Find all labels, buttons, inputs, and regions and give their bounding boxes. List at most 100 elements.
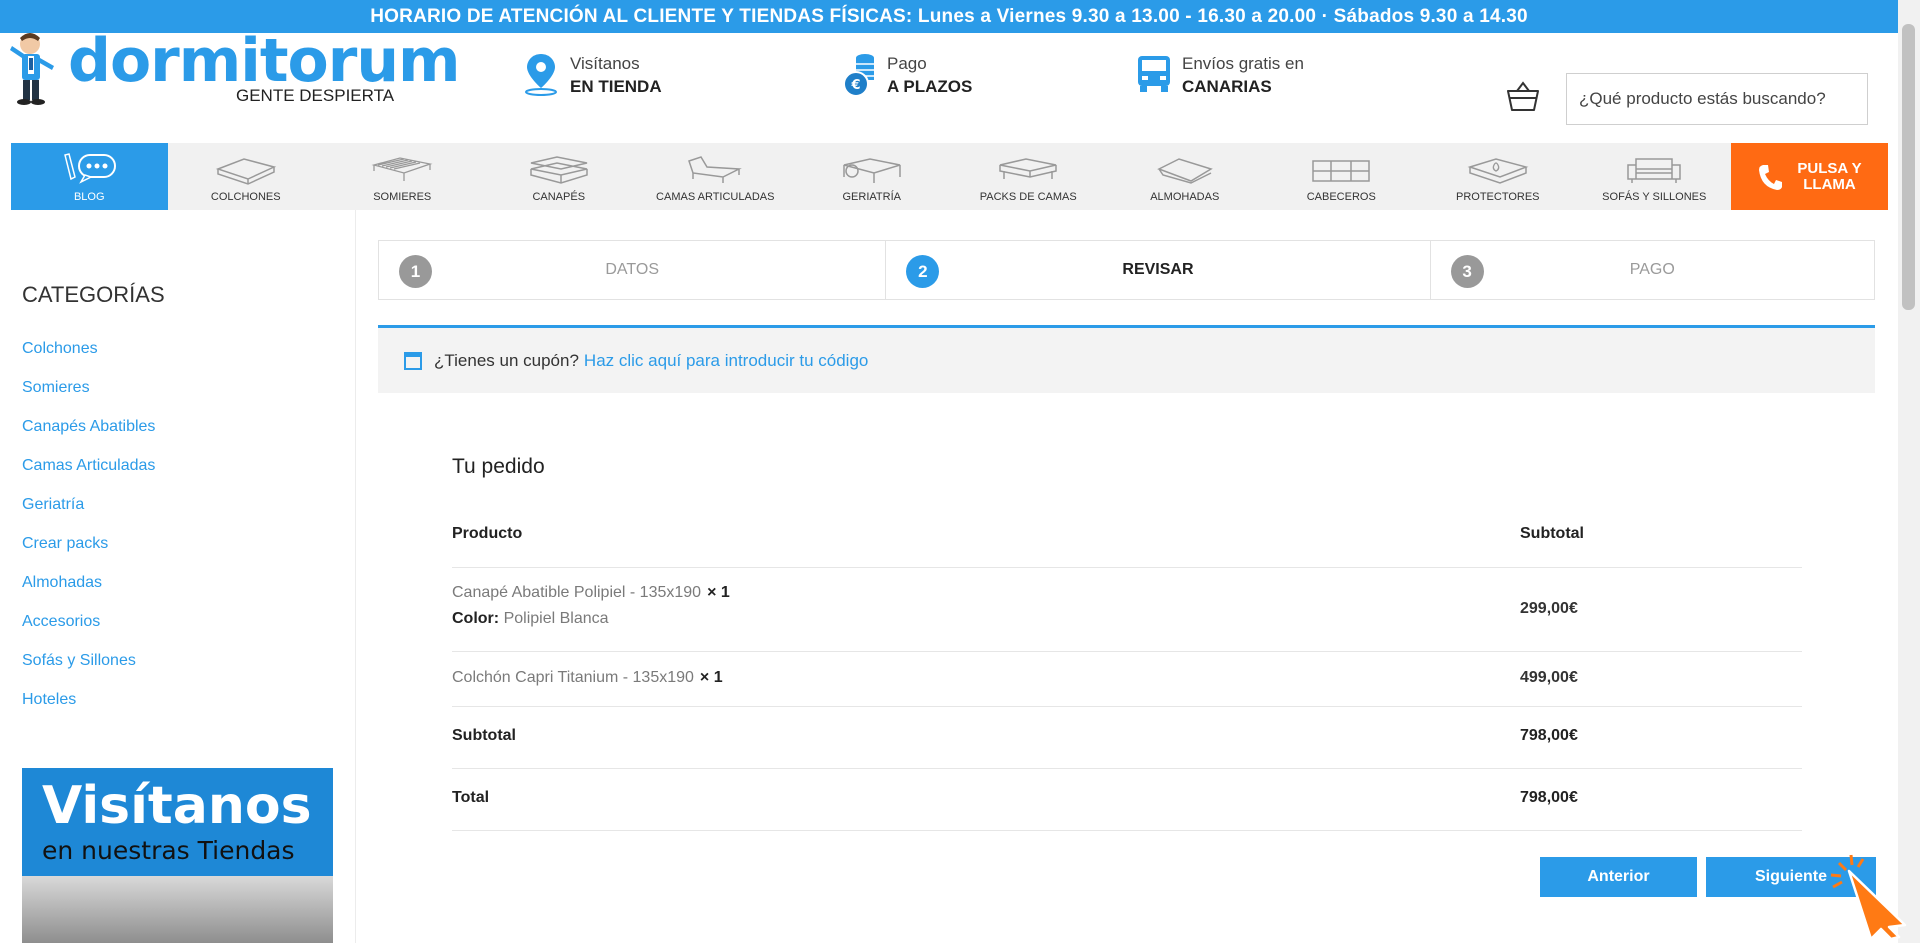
- feature-visit-store[interactable]: Visítanos EN TIENDA: [522, 52, 662, 98]
- chat-bubble-icon: [64, 153, 117, 184]
- visit-stores-banner[interactable]: Visítanos en nuestras Tiendas: [22, 768, 333, 943]
- nav-label: SOFÁS Y SILLONES: [1602, 191, 1707, 203]
- bed-base-icon: [371, 157, 433, 181]
- map-pin-icon: [525, 54, 557, 96]
- nav-label: CABECEROS: [1306, 191, 1376, 203]
- feature-line2: CANARIAS: [1182, 77, 1272, 96]
- category-nav: BLOG COLCHONES SOMIERES CANAPÉS CAMAS AR…: [11, 143, 1888, 210]
- nav-label: ALMOHADAS: [1150, 191, 1220, 203]
- coupon-link[interactable]: Haz clic aquí para introducir tu código: [584, 351, 868, 371]
- step-number: 2: [906, 255, 940, 288]
- feature-payment[interactable]: € Pago A PLAZOS: [843, 52, 972, 98]
- site-logo[interactable]: dormitorum GENTE DESPIERTA: [8, 26, 461, 110]
- category-link[interactable]: Sofás y Sillones: [22, 652, 155, 691]
- sidebar: CATEGORÍAS Colchones Somieres Canapés Ab…: [0, 210, 356, 943]
- column-product: Producto: [452, 525, 523, 542]
- step-label: PAGO: [1629, 261, 1675, 278]
- coupon-window-icon: [404, 351, 422, 370]
- category-link[interactable]: Accesorios: [22, 613, 155, 652]
- nav-item-almohadas[interactable]: ALMOHADAS: [1107, 143, 1264, 210]
- category-link[interactable]: Crear packs: [22, 535, 155, 574]
- order-title: Tu pedido: [452, 455, 545, 478]
- nav-item-packs-de-camas[interactable]: PACKS DE CAMAS: [950, 143, 1107, 210]
- product-name: Canapé Abatible Polipiel - 135x190: [452, 584, 702, 601]
- item-price: 499,00€: [1520, 669, 1578, 686]
- product-quantity: × 1: [707, 584, 730, 601]
- step-number: 1: [399, 255, 432, 288]
- feature-line1: Visítanos: [570, 54, 640, 73]
- category-link[interactable]: Almohadas: [22, 574, 155, 613]
- product-quantity: × 1: [699, 669, 723, 686]
- nav-item-geriatria[interactable]: GERIATRÍA: [794, 143, 951, 210]
- call-button[interactable]: PULSA Y LLAMA: [1731, 143, 1888, 210]
- coupon-notice: ¿Tienes un cupón? Haz clic aquí para int…: [378, 325, 1875, 393]
- brand-tagline: GENTE DESPIERTA: [236, 86, 395, 105]
- nav-item-somieres[interactable]: SOMIERES: [324, 143, 481, 210]
- coupon-text: ¿Tienes un cupón?: [434, 350, 579, 370]
- checkout-steps: 1 DATOS 2 REVISAR 3 PAGO: [378, 240, 1875, 300]
- subtotal-label: Subtotal: [452, 727, 516, 744]
- nav-label: COLCHONES: [210, 191, 281, 203]
- subtotal-value: 798,00€: [1520, 727, 1578, 744]
- feature-line1: Pago: [887, 54, 927, 73]
- feature-shipping[interactable]: Envíos gratis en CANARIAS: [1136, 52, 1304, 98]
- category-link[interactable]: Canapés Abatibles: [22, 418, 155, 457]
- category-link[interactable]: Geriatría: [22, 496, 155, 535]
- nav-item-sofas-sillones[interactable]: SOFÁS Y SILLONES: [1576, 143, 1733, 210]
- click-cursor-icon: [1830, 854, 1907, 939]
- category-link[interactable]: Somieres: [22, 379, 155, 418]
- total-value: 798,00€: [1520, 789, 1578, 806]
- nav-label: CANAPÉS: [532, 191, 586, 203]
- truck-icon: [1138, 56, 1170, 92]
- sofa-icon: [1627, 158, 1681, 183]
- store-photo: [22, 876, 333, 943]
- protector-icon: [1467, 158, 1529, 184]
- category-link[interactable]: Camas Articuladas: [22, 457, 155, 496]
- item-price: 299,00€: [1520, 600, 1578, 617]
- pillow-icon: [1156, 158, 1213, 184]
- step-pago: 3 PAGO: [1431, 241, 1874, 299]
- nav-item-cabeceros[interactable]: CABECEROS: [1263, 143, 1420, 210]
- banner-subtitle: en nuestras Tiendas: [42, 836, 295, 865]
- order-item-row: Colchón Capri Titanium - 135x190 × 1 499,…: [452, 652, 1802, 707]
- coins-euro-icon: €: [843, 54, 874, 97]
- headboard-icon: [1312, 160, 1370, 182]
- previous-button[interactable]: Anterior: [1540, 857, 1697, 897]
- total-label: Total: [452, 789, 490, 806]
- adjustable-bed-icon: [688, 156, 743, 183]
- step-label: DATOS: [605, 261, 659, 278]
- call-line2: LLAMA: [1803, 175, 1856, 193]
- storage-bed-icon: [530, 156, 588, 184]
- nav-label: SOMIERES: [373, 191, 432, 203]
- category-link[interactable]: Colchones: [22, 340, 155, 379]
- order-item-row: Canapé Abatible Polipiel - 135x190 × 1 Co…: [452, 568, 1802, 652]
- nav-item-protectores[interactable]: PROTECTORES: [1420, 143, 1577, 210]
- step-datos[interactable]: 1 DATOS: [379, 241, 887, 299]
- mattress-icon: [215, 158, 276, 185]
- banner-title: Visítanos: [42, 776, 312, 836]
- step-revisar: 2 REVISAR: [886, 241, 1431, 299]
- total-row: Total 798,00€: [452, 769, 1802, 831]
- phone-icon: [1759, 164, 1783, 190]
- nav-item-blog[interactable]: BLOG: [11, 143, 168, 210]
- mascot-icon: [10, 33, 54, 105]
- order-header-row: Producto Subtotal: [452, 525, 1802, 568]
- basket-icon[interactable]: [1505, 81, 1541, 113]
- nav-label: PACKS DE CAMAS: [979, 191, 1077, 203]
- nav-item-canapes[interactable]: CANAPÉS: [481, 143, 638, 210]
- bed-pack-icon: [999, 158, 1057, 179]
- geriatric-bed-icon: [843, 158, 901, 183]
- nav-label: CAMAS ARTICULADAS: [656, 191, 775, 203]
- feature-line2: EN TIENDA: [570, 77, 662, 96]
- category-link[interactable]: Hoteles: [22, 691, 155, 730]
- nav-item-camas-articuladas[interactable]: CAMAS ARTICULADAS: [637, 143, 794, 210]
- scrollbar-thumb[interactable]: [1902, 24, 1915, 310]
- product-name: Colchón Capri Titanium - 135x190: [452, 669, 694, 686]
- feature-line1: Envíos gratis en: [1182, 54, 1304, 73]
- page-scrollbar[interactable]: [1898, 0, 1920, 943]
- category-list: Colchones Somieres Canapés Abatibles Cam…: [22, 340, 155, 730]
- nav-label: BLOG: [73, 191, 105, 203]
- search-input[interactable]: [1566, 73, 1868, 125]
- subtotal-row: Subtotal 798,00€: [452, 707, 1802, 769]
- nav-item-colchones[interactable]: COLCHONES: [168, 143, 325, 210]
